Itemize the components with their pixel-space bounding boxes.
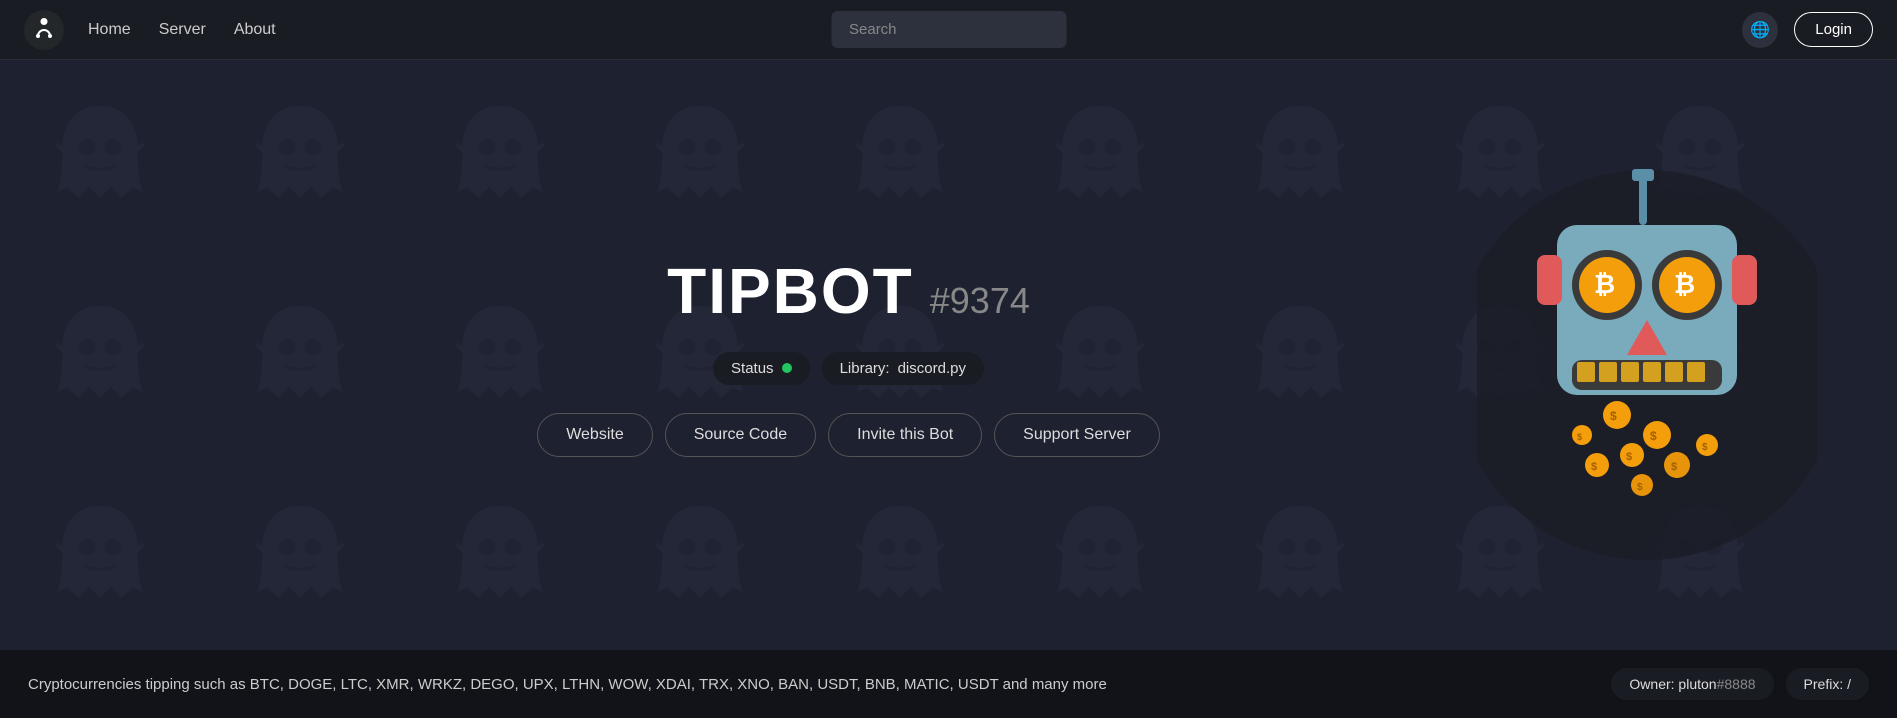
- svg-text:$: $: [1626, 451, 1632, 463]
- navbar: Home Server About 🌐 Login: [0, 0, 1897, 60]
- prefix-label: Prefix: /: [1804, 676, 1851, 692]
- owner-badge: Owner: pluton#8888: [1611, 668, 1773, 700]
- svg-text:$: $: [1591, 461, 1597, 473]
- library-badge: Library: discord.py: [822, 352, 984, 385]
- owner-tag: #8888: [1717, 676, 1756, 692]
- library-value: discord.py: [898, 360, 966, 377]
- hero-section: // Will be rendered inline after body lo…: [0, 60, 1897, 650]
- translate-button[interactable]: 🌐: [1742, 12, 1778, 48]
- ghost-bg-item: [1000, 460, 1200, 650]
- site-logo: [24, 10, 64, 50]
- ghost-bg-item: [1000, 60, 1200, 260]
- ghost-bg-item: [1200, 260, 1400, 460]
- svg-text:₿: ₿: [1674, 269, 1695, 299]
- website-button[interactable]: Website: [537, 413, 653, 457]
- ghost-bg-item: [800, 460, 1000, 650]
- ghost-bg-item: [800, 60, 1000, 260]
- translate-icon: 🌐: [1750, 20, 1770, 40]
- search-input[interactable]: [831, 11, 1066, 48]
- ghost-bg-item: [400, 60, 600, 260]
- ghost-bg-item: [400, 460, 600, 650]
- ghost-bg-item: [1200, 60, 1400, 260]
- ghost-bg-item: [0, 460, 200, 650]
- login-button[interactable]: Login: [1794, 12, 1873, 47]
- nav-server[interactable]: Server: [159, 21, 206, 39]
- nav-home[interactable]: Home: [88, 21, 131, 39]
- ghost-bg-item: [0, 60, 200, 260]
- nav-links: Home Server About: [88, 21, 276, 39]
- footer: Cryptocurrencies tipping such as BTC, DO…: [0, 650, 1897, 718]
- nav-about[interactable]: About: [234, 21, 276, 39]
- ghost-bg-item: [600, 60, 800, 260]
- footer-right: Owner: pluton#8888 Prefix: /: [1611, 668, 1869, 700]
- svg-text:$: $: [1650, 429, 1657, 443]
- status-dot-icon: [782, 363, 792, 373]
- owner-label: Owner: pluton: [1629, 676, 1716, 692]
- status-label: Status: [731, 360, 774, 377]
- prefix-badge: Prefix: /: [1786, 668, 1869, 700]
- bot-badges: Status Library: discord.py: [713, 352, 984, 385]
- ghost-bg-item: [600, 460, 800, 650]
- robot-mascot: ₿ ₿ $ $ $ $ $ $: [1477, 155, 1817, 555]
- bot-tag: #9374: [930, 280, 1030, 322]
- svg-text:$: $: [1637, 482, 1643, 493]
- navbar-right: 🌐 Login: [1742, 12, 1873, 48]
- ghost-bg-item: [200, 60, 400, 260]
- status-badge: Status: [713, 352, 810, 385]
- ghost-bg-item: [200, 460, 400, 650]
- library-label: Library:: [840, 360, 890, 377]
- bot-name: TIPBOT: [667, 254, 914, 328]
- svg-text:$: $: [1610, 409, 1617, 423]
- ghost-bg-item: [0, 260, 200, 460]
- footer-description: Cryptocurrencies tipping such as BTC, DO…: [28, 676, 1107, 693]
- bot-title: TIPBOT #9374: [667, 254, 1030, 328]
- source-code-button[interactable]: Source Code: [665, 413, 816, 457]
- svg-text:$: $: [1702, 442, 1708, 453]
- invite-button[interactable]: Invite this Bot: [828, 413, 982, 457]
- search-container: [831, 11, 1066, 48]
- svg-text:₿: ₿: [1594, 269, 1615, 299]
- bot-action-buttons: Website Source Code Invite this Bot Supp…: [537, 413, 1160, 457]
- support-server-button[interactable]: Support Server: [994, 413, 1160, 457]
- svg-text:$: $: [1671, 461, 1677, 473]
- svg-text:$: $: [1577, 432, 1582, 442]
- ghost-bg-item: [200, 260, 400, 460]
- hero-content: TIPBOT #9374 Status Library: discord.py …: [537, 254, 1160, 457]
- ghost-bg-item: [1200, 460, 1400, 650]
